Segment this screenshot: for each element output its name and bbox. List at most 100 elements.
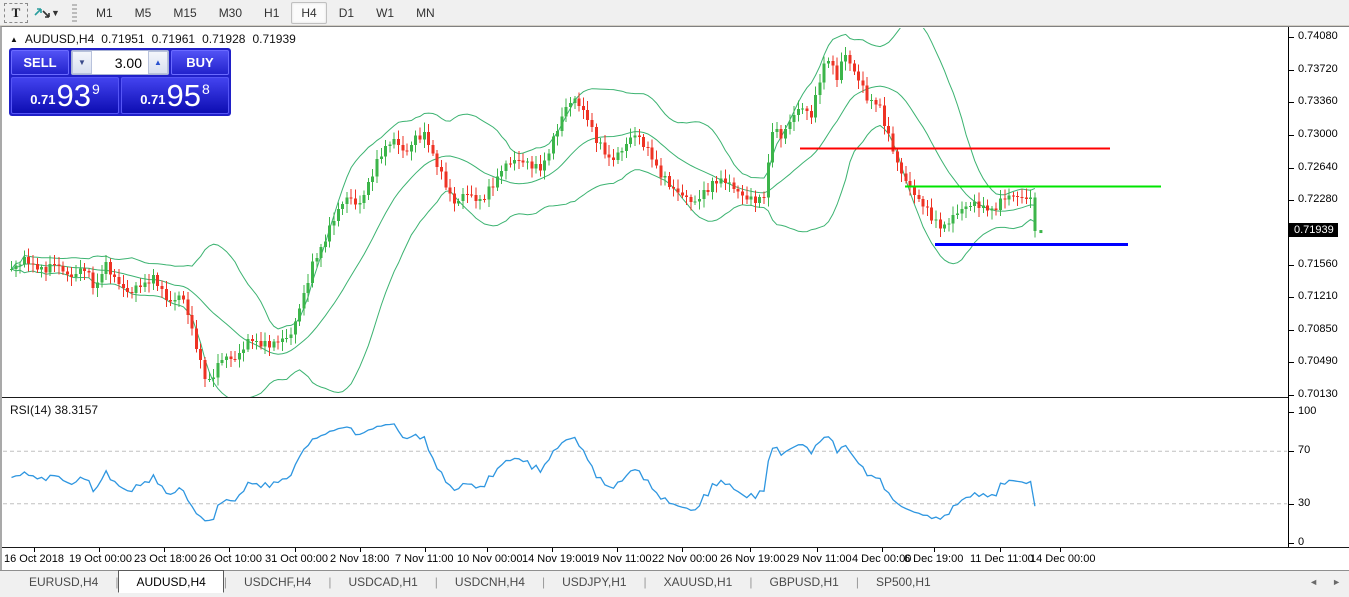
time-axis-label: 2 Nov 18:00	[330, 553, 389, 565]
time-tick	[750, 548, 751, 552]
time-tick	[817, 548, 818, 552]
time-axis-label: 19 Nov 11:00	[587, 553, 652, 565]
timeframe-button-h1[interactable]: H1	[254, 2, 289, 24]
buy-button[interactable]: BUY	[171, 50, 229, 75]
rsi-axis-label: 100	[1298, 405, 1316, 417]
toolbar-grip[interactable]	[72, 4, 77, 22]
timeframe-button-m30[interactable]: M30	[209, 2, 252, 24]
rsi-indicator-pane[interactable]	[2, 398, 1288, 547]
time-axis-label: 4 Dec 00:00	[852, 553, 911, 565]
chart-tab-sp500[interactable]: SP500,H1	[859, 572, 948, 592]
timeframe-buttons: M1M5M15M30H1H4D1W1MN	[85, 0, 446, 26]
volume-input[interactable]	[92, 51, 148, 74]
chart-tab-usdcad[interactable]: USDCAD,H1	[331, 572, 434, 592]
tab-scroll-right-button[interactable]: ►	[1332, 577, 1341, 587]
chart-tab-usdchf[interactable]: USDCHF,H4	[227, 572, 328, 592]
rsi-tick	[1289, 543, 1294, 544]
price-tick	[1289, 37, 1294, 38]
volume-box: ▼ ▲	[71, 50, 169, 75]
buy-price-button[interactable]: 0.71 95 8	[121, 77, 229, 114]
buy-price-prefix: 0.71	[140, 92, 165, 107]
price-axis[interactable]: 0.740800.737200.733600.730000.726400.722…	[1289, 27, 1349, 573]
chart-tab-eurusd[interactable]: EURUSD,H4	[12, 572, 115, 592]
time-axis-label: 22 Nov 00:00	[652, 553, 717, 565]
double-arrow-icon	[34, 6, 50, 20]
timeframe-button-mn[interactable]: MN	[406, 2, 445, 24]
time-axis-label: 6 Dec 19:00	[904, 553, 963, 565]
time-tick	[487, 548, 488, 552]
time-tick	[295, 548, 296, 552]
sell-price-big: 93	[57, 81, 91, 111]
time-axis-label: 10 Nov 00:00	[457, 553, 522, 565]
text-tool-button[interactable]: T	[4, 3, 28, 23]
cursor-arrows-button[interactable]: ▼	[32, 3, 62, 23]
price-tick	[1289, 200, 1294, 201]
pane-separator[interactable]	[2, 397, 1349, 398]
timeframe-button-m1[interactable]: M1	[86, 2, 123, 24]
chart-tab-usdjpy[interactable]: USDJPY,H1	[545, 572, 643, 592]
chart-tab-usdcnh[interactable]: USDCNH,H4	[438, 572, 542, 592]
chart-tab-audusd[interactable]: AUDUSD,H4	[118, 570, 223, 593]
time-axis-label: 23 Oct 18:00	[134, 553, 197, 565]
price-axis-label: 0.71560	[1298, 258, 1338, 270]
rsi-label: RSI(14) 38.3157	[10, 403, 98, 417]
symbol-title: AUDUSD,H4	[25, 32, 94, 46]
time-axis-label: 29 Nov 11:00	[787, 553, 852, 565]
buy-price-big: 95	[167, 81, 201, 111]
up-arrow-icon: ▲	[154, 58, 162, 67]
volume-decrease-button[interactable]: ▼	[72, 51, 92, 74]
price-tick	[1289, 70, 1294, 71]
time-axis-label: 26 Oct 10:00	[199, 553, 262, 565]
ohlc-low: 0.71928	[202, 32, 245, 46]
timeframe-button-m15[interactable]: M15	[163, 2, 206, 24]
price-tick	[1289, 135, 1294, 136]
price-axis-label: 0.72280	[1298, 193, 1338, 205]
price-axis-label: 0.70850	[1298, 323, 1338, 335]
rsi-axis-label: 70	[1298, 444, 1310, 456]
time-tick	[425, 548, 426, 552]
time-tick	[360, 548, 361, 552]
sell-button[interactable]: SELL	[11, 50, 69, 75]
time-tick	[1060, 548, 1061, 552]
price-tick	[1289, 330, 1294, 331]
rsi-tick	[1289, 504, 1294, 505]
sell-price-button[interactable]: 0.71 93 9	[11, 77, 119, 114]
volume-increase-button[interactable]: ▲	[148, 51, 168, 74]
time-axis-label: 7 Nov 11:00	[395, 553, 454, 565]
price-axis-label: 0.74080	[1298, 30, 1338, 42]
time-tick	[617, 548, 618, 552]
text-tool-icon: T	[12, 5, 21, 21]
price-axis-label: 0.70490	[1298, 355, 1338, 367]
chart-window: ▲ AUDUSD,H4 0.71951 0.71961 0.71928 0.71…	[0, 26, 1349, 570]
time-axis-label: 31 Oct 00:00	[265, 553, 328, 565]
time-axis-label: 26 Nov 19:00	[720, 553, 785, 565]
top-toolbar: T ▼ M1M5M15M30H1H4D1W1MN	[0, 0, 1349, 26]
price-axis-label: 0.72640	[1298, 161, 1338, 173]
time-tick	[99, 548, 100, 552]
current-price-tag: 0.71939	[1289, 223, 1338, 237]
time-tick	[34, 548, 35, 552]
timeframe-button-d1[interactable]: D1	[329, 2, 364, 24]
time-axis-label: 19 Oct 00:00	[69, 553, 132, 565]
time-tick	[882, 548, 883, 552]
time-axis[interactable]: 16 Oct 201819 Oct 00:0023 Oct 18:0026 Oc…	[2, 547, 1349, 571]
time-tick	[934, 548, 935, 552]
price-tick	[1289, 102, 1294, 103]
timeframe-button-w1[interactable]: W1	[366, 2, 404, 24]
timeframe-button-h4[interactable]: H4	[291, 2, 326, 24]
sell-price-pip: 9	[92, 81, 100, 97]
timeframe-button-m5[interactable]: M5	[125, 2, 162, 24]
price-axis-label: 0.73720	[1298, 63, 1338, 75]
chart-tab-gbpusd[interactable]: GBPUSD,H1	[752, 572, 855, 592]
symbol-marker-icon: ▲	[10, 35, 18, 44]
tab-scroll-left-button[interactable]: ◄	[1309, 577, 1318, 587]
chart-tab-bar: EURUSD,H4|AUDUSD,H4|USDCHF,H4|USDCAD,H1|…	[0, 570, 1349, 597]
down-arrow-icon: ▼	[78, 58, 86, 67]
chart-tab-xauusd[interactable]: XAUUSD,H1	[647, 572, 750, 592]
ohlc-close: 0.71939	[252, 32, 295, 46]
price-tick	[1289, 168, 1294, 169]
price-axis-label: 0.73360	[1298, 95, 1338, 107]
time-tick	[229, 548, 230, 552]
time-tick	[164, 548, 165, 552]
price-axis-label: 0.71210	[1298, 290, 1338, 302]
